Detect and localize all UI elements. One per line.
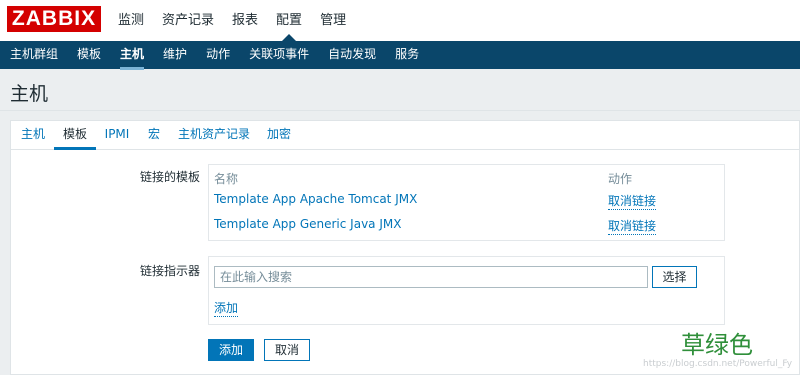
zabbix-logo[interactable]: ZABBIX — [7, 6, 101, 32]
column-header-name: 名称 — [214, 172, 239, 186]
title-divider — [0, 110, 800, 111]
unlink-button[interactable]: 取消链接 — [608, 217, 657, 235]
add-link[interactable]: 添加 — [214, 299, 239, 317]
menu-inventory[interactable]: 资产记录 — [162, 0, 214, 41]
menu-reports[interactable]: 报表 — [232, 0, 258, 41]
unlink-button[interactable]: 取消链接 — [608, 192, 657, 210]
add-button[interactable]: 添加 — [208, 339, 254, 361]
tab-macros[interactable]: 宏 — [146, 121, 162, 150]
submenu-hosts[interactable]: 主机 — [120, 41, 145, 70]
template-link-tomcat[interactable]: Template App Apache Tomcat JMX — [214, 192, 417, 206]
linked-templates-label: 链接的模板 — [139, 170, 200, 184]
submenu-maintenance[interactable]: 维护 — [163, 41, 187, 69]
cancel-button[interactable]: 取消 — [264, 339, 310, 361]
sub-menu: 主机群组 模板 主机 维护 动作 关联项事件 自动发现 服务 — [0, 41, 800, 70]
tab-host[interactable]: 主机 — [20, 121, 46, 150]
menu-monitoring[interactable]: 监测 — [118, 0, 144, 41]
tab-ipmi[interactable]: IPMI — [104, 121, 130, 150]
link-indicator-label: 链接指示器 — [139, 264, 200, 278]
submenu-actions[interactable]: 动作 — [206, 41, 230, 69]
submenu-event-correlation[interactable]: 关联项事件 — [249, 41, 309, 69]
submenu-host-groups[interactable]: 主机群组 — [10, 41, 58, 69]
submenu-services[interactable]: 服务 — [395, 41, 419, 69]
watermark-text: 草绿色 — [681, 331, 753, 359]
main-menu: 监测 资产记录 报表 配置 管理 — [118, 0, 364, 41]
page-title: 主机 — [10, 83, 49, 105]
top-bar: ZABBIX 监测 资产记录 报表 配置 管理 — [0, 0, 800, 41]
select-button[interactable]: 选择 — [652, 266, 697, 288]
submenu-discovery[interactable]: 自动发现 — [328, 41, 376, 69]
submenu-templates[interactable]: 模板 — [77, 41, 101, 69]
template-link-java[interactable]: Template App Generic Java JMX — [214, 217, 401, 231]
menu-configuration[interactable]: 配置 — [276, 0, 302, 41]
template-search-input[interactable]: 在此输入搜索 — [214, 266, 648, 288]
watermark-url: https://blog.csdn.net/Powerful_Fy — [643, 359, 793, 369]
menu-administration[interactable]: 管理 — [320, 0, 346, 41]
tab-inventory[interactable]: 主机资产记录 — [177, 121, 251, 150]
host-tabs: 主机 模板 IPMI 宏 主机资产记录 加密 — [11, 121, 800, 150]
column-header-action: 动作 — [608, 172, 633, 186]
tab-templates[interactable]: 模板 — [54, 121, 96, 150]
tab-encryption[interactable]: 加密 — [266, 121, 292, 150]
